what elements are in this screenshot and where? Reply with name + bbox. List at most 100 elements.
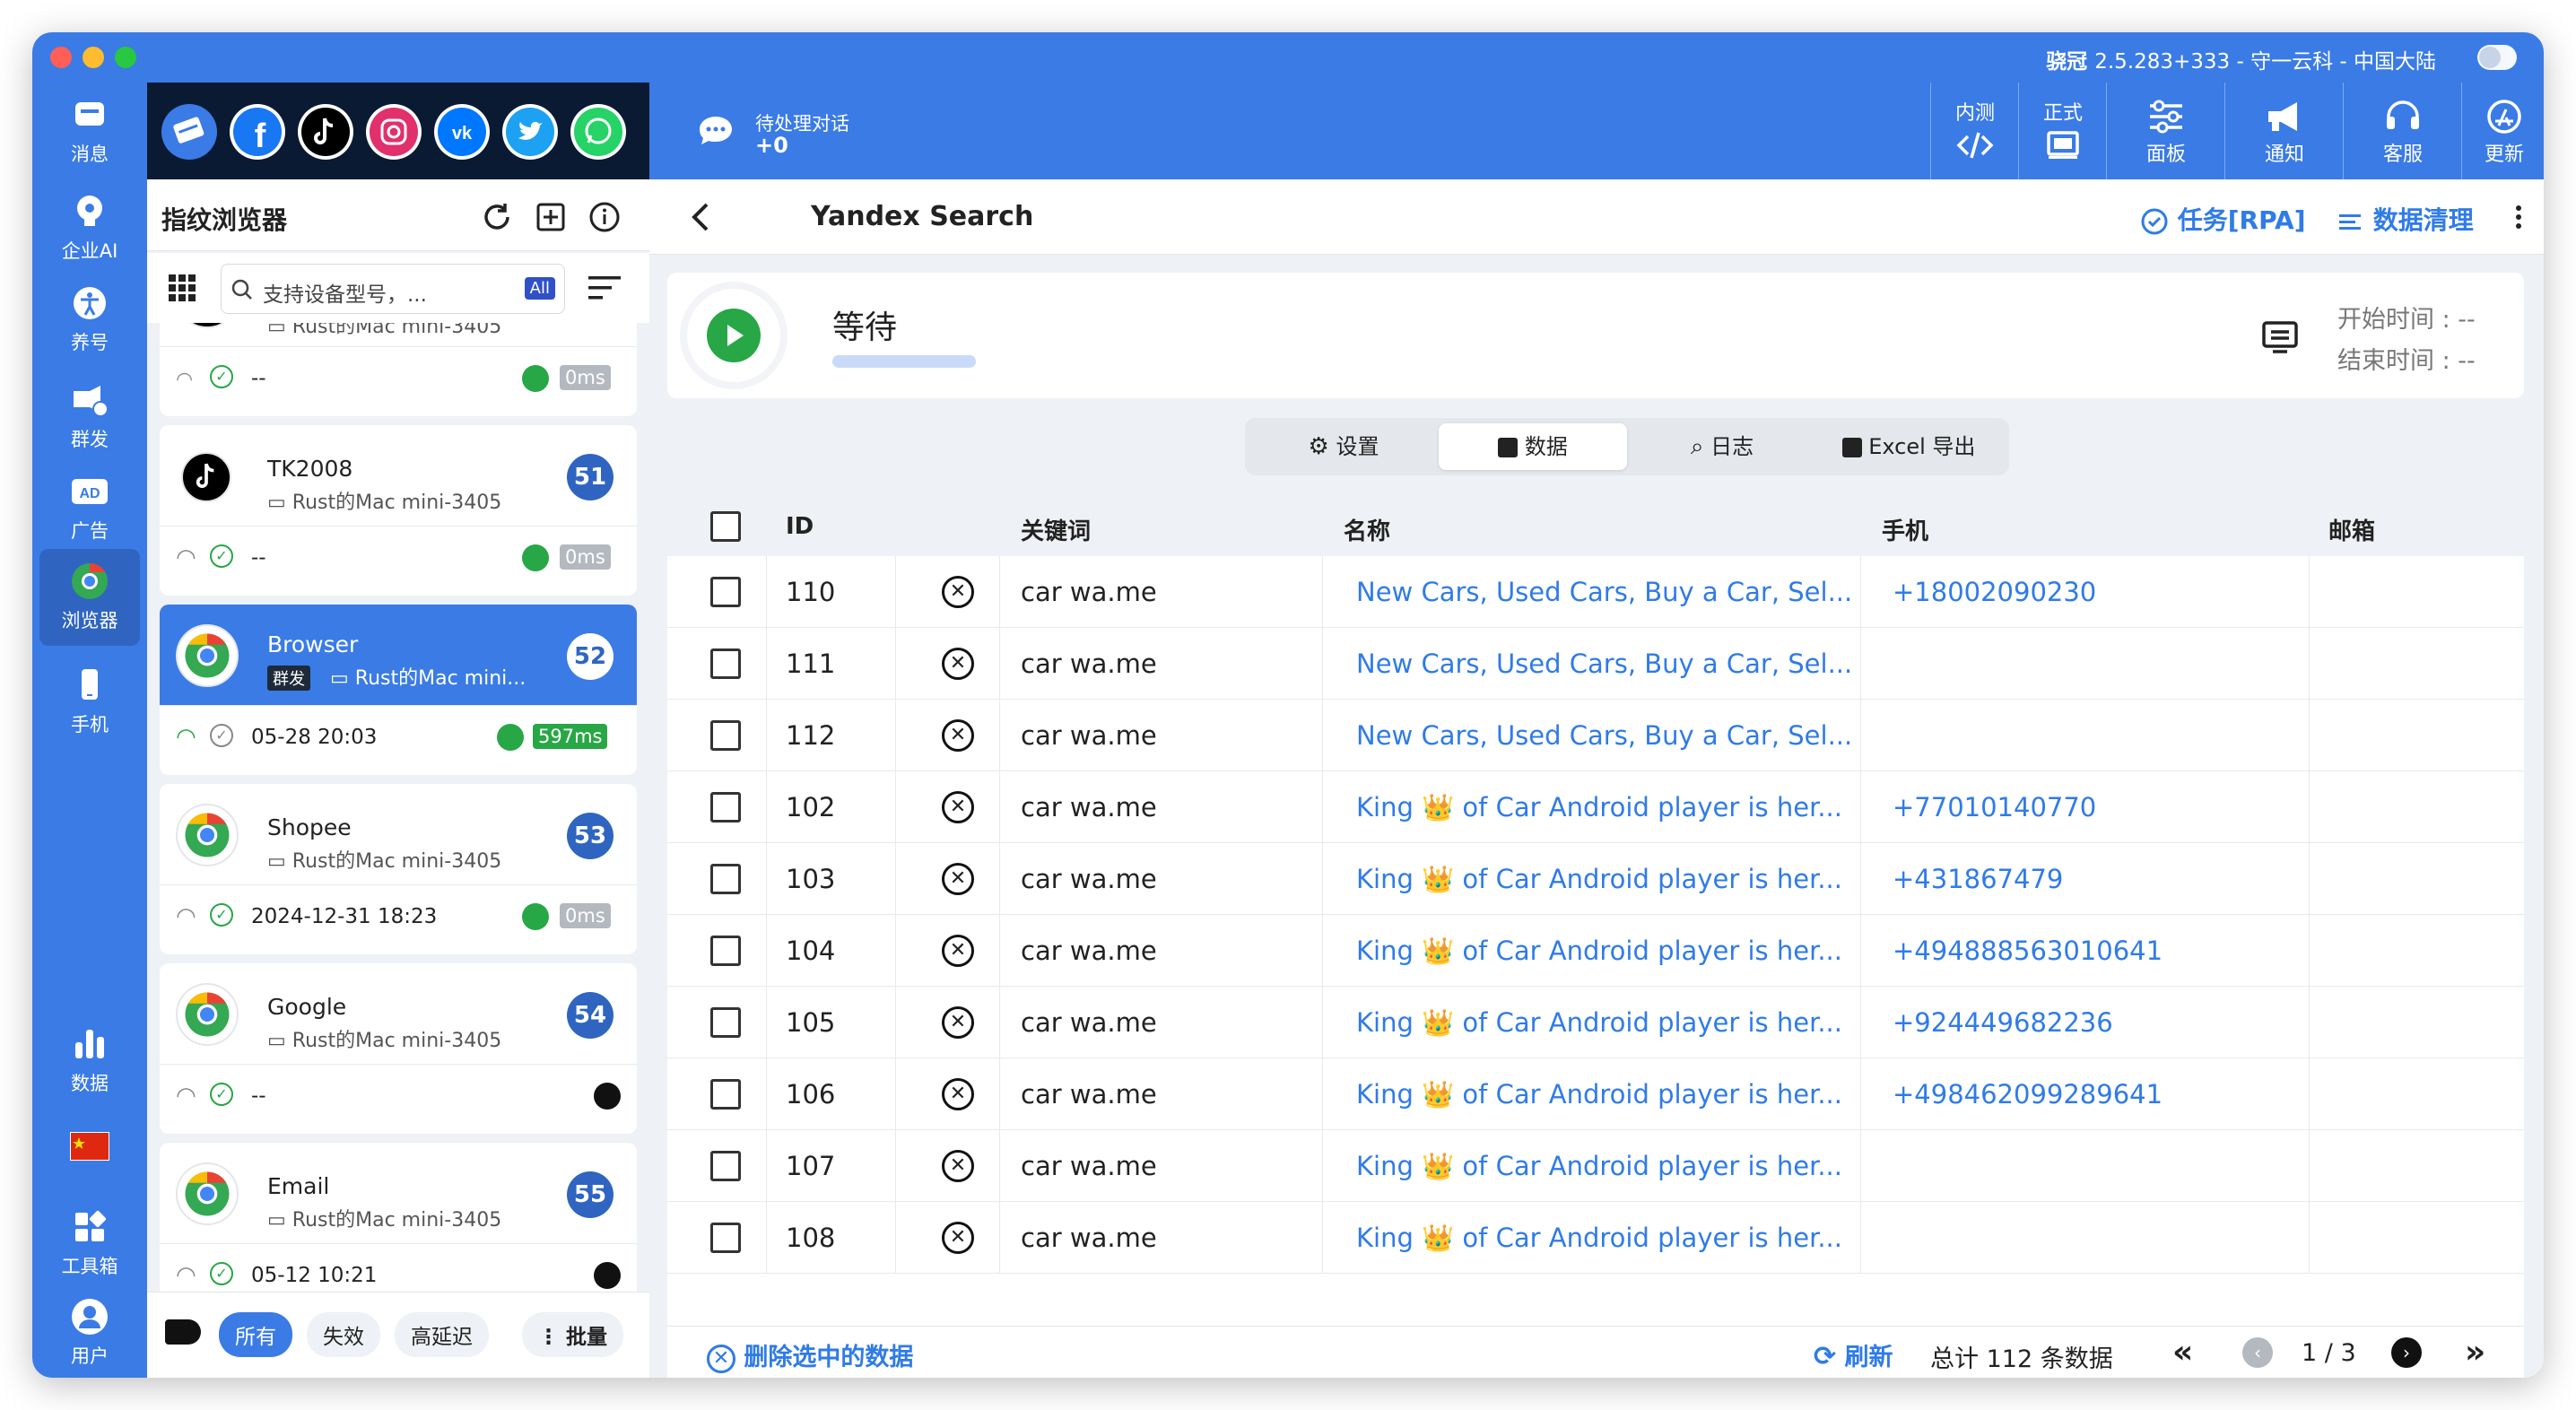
refresh-icon[interactable] [481,201,513,233]
remove-row-icon[interactable]: ✕ [942,791,974,823]
nav-phone[interactable]: 手机 [39,653,140,743]
remove-row-icon[interactable]: ✕ [942,1006,974,1039]
monitor-icon[interactable] [2260,319,2300,355]
row-checkbox[interactable] [710,720,741,751]
cell-name-link[interactable]: King 👑 of Car Android player is her... [1356,915,1858,987]
nav-user[interactable]: 用户 [39,1284,140,1374]
select-all-checkbox[interactable] [710,511,741,542]
tiktok-icon[interactable] [298,104,353,160]
table-row[interactable]: 106 ✕ car wa.me King 👑 of Car Android playe… [667,1058,2524,1130]
nav-browser[interactable]: 浏览器 [39,549,140,646]
cell-name-link[interactable]: New Cars, Used Cars, Buy a Car, Sel... [1356,628,1858,700]
nav-enterprise-ai[interactable]: 企业AI [39,179,140,269]
vk-icon[interactable]: vk [434,104,490,160]
table-row[interactable]: 107 ✕ car wa.me King 👑 of Car Android playe… [667,1130,2524,1202]
prev-page-icon[interactable]: ‹ [2242,1337,2273,1368]
first-page-icon[interactable]: « [2172,1334,2193,1371]
profile-card[interactable]: Email ▭ Rust的Mac mini-3405 55 ◠ ✓ 05-12 … [160,1143,637,1292]
cell-phone[interactable]: +18002090230 [1893,556,2096,628]
release-channel-button[interactable]: 正式 [2022,91,2104,174]
update-button[interactable]: 更新 [2465,91,2544,174]
row-checkbox[interactable] [710,1223,741,1253]
cell-name-link[interactable]: King 👑 of Car Android player is her... [1356,771,1858,843]
tab-data[interactable]: 数据 [1439,423,1627,470]
row-checkbox[interactable] [710,1151,741,1181]
remove-row-icon[interactable]: ✕ [942,863,974,895]
cell-phone[interactable]: +431867479 [1893,843,2063,915]
cell-phone[interactable]: +498462099289641 [1893,1058,2163,1130]
nav-toolbox[interactable]: 工具箱 [39,1195,140,1284]
batch-button[interactable]: ⋮ 批量 [522,1312,624,1357]
grid-icon[interactable] [167,273,197,303]
cell-name-link[interactable]: King 👑 of Car Android player is her... [1356,987,1858,1058]
cell-phone[interactable]: +494888563010641 [1893,915,2163,987]
support-button[interactable]: 客服 [2346,91,2459,174]
tab-settings[interactable]: ⚙ 设置 [1254,423,1433,470]
table-row[interactable]: 102 ✕ car wa.me King 👑 of Car Android playe… [667,771,2524,843]
profile-card-selected[interactable]: Browser 群发 ▭ Rust的Mac mini... 52 ◠ ✓ 05-… [160,605,637,775]
row-checkbox[interactable] [710,936,741,966]
remove-row-icon[interactable]: ✕ [942,576,974,608]
nav-account-nurture[interactable]: 养号 [39,271,140,361]
profile-card[interactable]: TK2008 ▭ Rust的Mac mini-3405 51 ◠ ✓ -- 0m… [160,425,637,596]
table-row[interactable]: 104 ✕ car wa.me King 👑 of Car Android playe… [667,915,2524,987]
cell-name-link[interactable]: King 👑 of Car Android player is her... [1356,1058,1858,1130]
cell-name-link[interactable]: King 👑 of Car Android player is her... [1356,1130,1858,1202]
cell-name-link[interactable]: New Cars, Used Cars, Buy a Car, Sel... [1356,556,1858,628]
remove-row-icon[interactable]: ✕ [942,1222,974,1254]
add-icon[interactable] [535,201,567,233]
more-vertical-icon[interactable] [2513,203,2524,231]
instagram-icon[interactable] [366,104,422,160]
row-checkbox[interactable] [710,792,741,822]
nav-data[interactable]: 数据 [39,1012,140,1101]
remove-row-icon[interactable]: ✕ [942,648,974,680]
task-rpa-button[interactable]: 任务[RPA] [2140,201,2306,237]
search-scope-badge[interactable]: All [524,277,555,300]
table-row[interactable]: 112 ✕ car wa.me New Cars, Used Cars, Buy a … [667,700,2524,771]
cell-phone[interactable]: +77010140770 [1893,771,2096,843]
remove-row-icon[interactable]: ✕ [942,1078,974,1110]
search-input[interactable]: 支持设备型号，... All [221,264,565,314]
table-row[interactable]: 105 ✕ car wa.me King 👑 of Car Android playe… [667,987,2524,1058]
row-checkbox[interactable] [710,1007,741,1038]
twitter-icon[interactable] [502,104,558,160]
filter-all[interactable]: 所有 [219,1312,292,1357]
cell-name-link[interactable]: King 👑 of Car Android player is her... [1356,843,1858,915]
theme-toggle[interactable] [2477,45,2517,70]
profile-card[interactable]: ▭ Rust的Mac mini-3405 ◠ ✓ -- 0ms [160,323,637,416]
remove-row-icon[interactable]: ✕ [942,1150,974,1182]
back-arrow-icon[interactable] [685,201,718,233]
sort-icon[interactable] [587,274,622,301]
delete-selected-button[interactable]: ✕ 删除选中的数据 [707,1337,913,1373]
play-button[interactable] [687,289,780,382]
remove-row-icon[interactable]: ✕ [942,935,974,967]
beta-channel-button[interactable]: 内测 [1934,91,2016,174]
row-checkbox[interactable] [710,1079,741,1110]
profile-card[interactable]: Google ▭ Rust的Mac mini-3405 54 ◠ ✓ -- [160,963,637,1134]
filter-high-latency[interactable]: 高延迟 [395,1312,489,1357]
nav-mass-send[interactable]: 群发 [39,368,140,457]
minimize-window-button[interactable] [83,47,104,68]
pending-chats[interactable]: 待处理对话 +0 [696,104,893,158]
table-row[interactable]: 108 ✕ car wa.me King 👑 of Car Android playe… [667,1202,2524,1274]
refresh-button[interactable]: ⟳ 刷新 [1814,1337,1893,1372]
nav-ads[interactable]: AD 广告 [39,459,140,549]
region-flag-cn[interactable] [70,1132,109,1161]
panel-button[interactable]: 面板 [2110,91,2223,174]
table-row[interactable]: 103 ✕ car wa.me King 👑 of Car Android playe… [667,843,2524,915]
table-row[interactable]: 111 ✕ car wa.me New Cars, Used Cars, Buy a … [667,628,2524,700]
tab-log[interactable]: ⌕ 日志 [1632,423,1812,470]
filter-invalid[interactable]: 失效 [307,1312,380,1357]
info-icon[interactable] [588,201,621,233]
remove-row-icon[interactable]: ✕ [942,719,974,752]
profile-card[interactable]: Shopee ▭ Rust的Mac mini-3405 53 ◠ ✓ 2024-… [160,784,637,954]
cell-name-link[interactable]: King 👑 of Car Android player is her... [1356,1202,1858,1274]
facebook-icon[interactable]: f [230,104,285,160]
whatsapp-icon[interactable] [570,104,626,160]
row-checkbox[interactable] [710,864,741,894]
row-checkbox[interactable] [710,577,741,607]
cell-phone[interactable]: +924449682236 [1893,987,2113,1058]
data-clean-button[interactable]: 数据清理 [2336,201,2474,237]
tab-excel-export[interactable]: Excel 导出 [1819,423,1998,470]
zoom-window-button[interactable] [115,47,136,68]
